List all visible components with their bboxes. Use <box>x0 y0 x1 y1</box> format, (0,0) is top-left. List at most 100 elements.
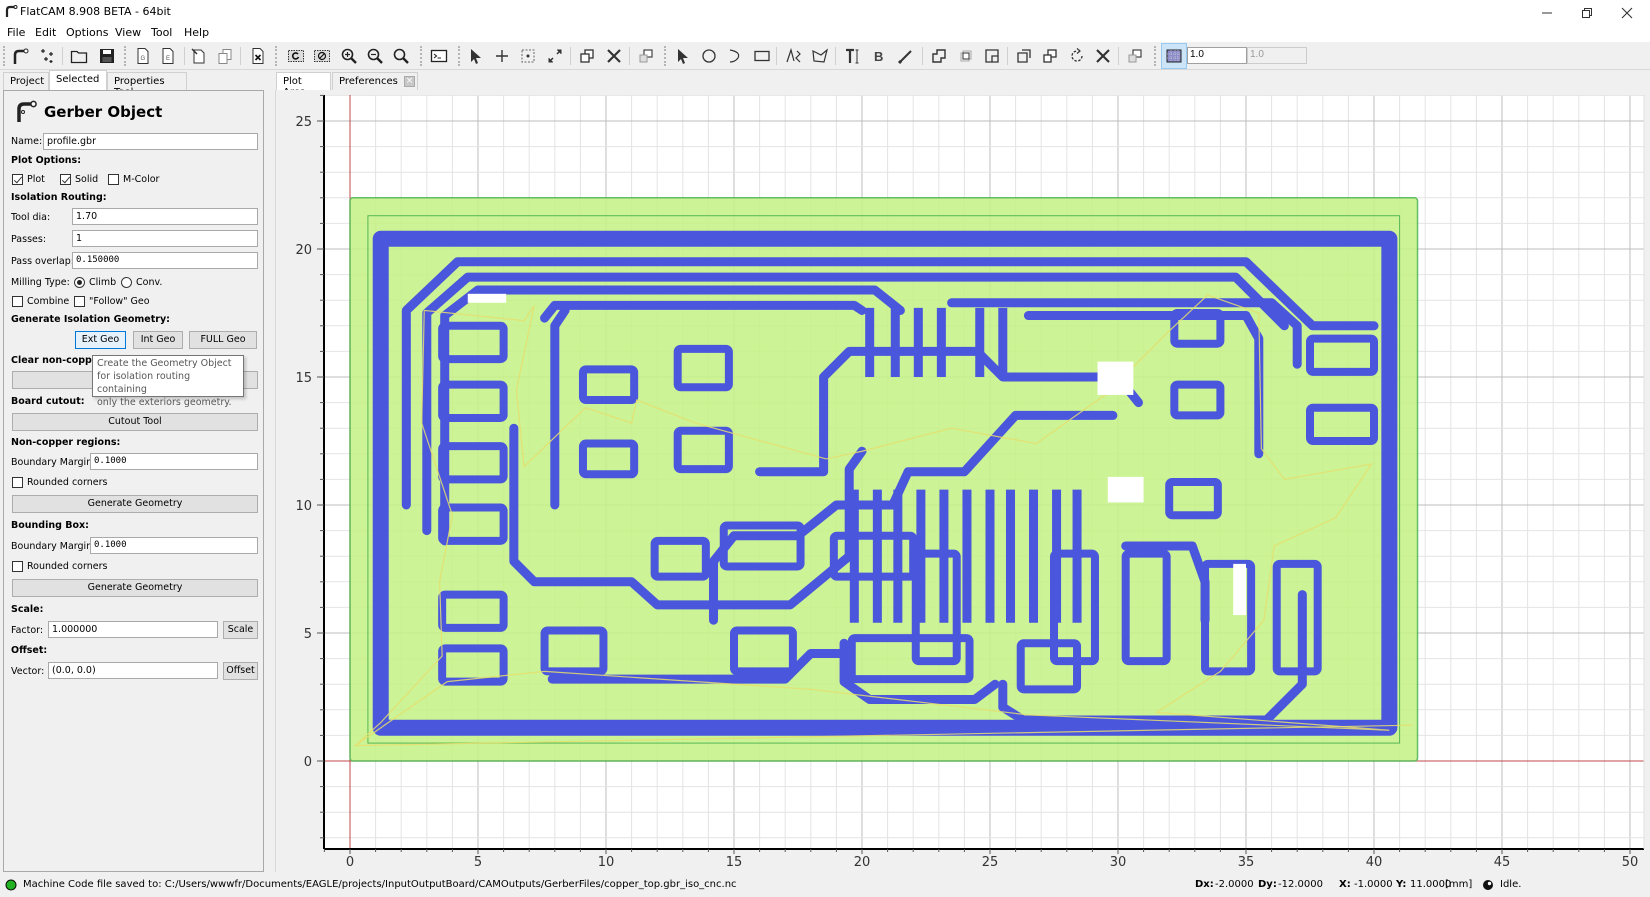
tab-properties-tool[interactable]: Properties Tool <box>107 72 187 98</box>
copy-shape-button[interactable] <box>1039 45 1061 67</box>
offset-button[interactable]: Offset <box>223 662 258 680</box>
menu-edit[interactable]: Edit <box>33 26 58 39</box>
bbox-generate-button[interactable]: Generate Geometry <box>12 579 258 597</box>
copy-object-button[interactable] <box>214 45 236 67</box>
tab-selected[interactable]: Selected <box>49 70 107 90</box>
factor-field[interactable]: 1.000000 <box>48 621 218 638</box>
zoom-fit-button[interactable] <box>390 45 412 67</box>
menu-file[interactable]: File <box>5 26 27 39</box>
x-tick-label: 50 <box>1622 855 1639 870</box>
grid-snap-icon <box>1166 49 1182 63</box>
plot-area[interactable]: 0 5 10 15 20 25 30 35 40 45 50 0 5 10 15 20 25 <box>275 90 1650 872</box>
grid-y-input[interactable]: 1.0 <box>1247 47 1307 64</box>
save-button[interactable] <box>96 45 118 67</box>
tool-dia-field[interactable]: 1.70 <box>72 208 258 225</box>
new-geometry-icon <box>191 48 205 64</box>
move-drill-button[interactable] <box>635 45 657 67</box>
x-value: -1.0000 <box>1354 879 1393 890</box>
subtraction-button[interactable] <box>981 45 1003 67</box>
menu-options[interactable]: Options <box>64 26 110 39</box>
copy-shape-icon <box>580 49 594 63</box>
new-excellon-button[interactable]: E <box>157 45 179 67</box>
mcolor-checkbox[interactable] <box>108 174 119 185</box>
polygon-button[interactable] <box>809 45 831 67</box>
noncopper-generate-button[interactable]: Generate Geometry <box>12 495 258 513</box>
cutout-tool-button[interactable]: Cutout Tool <box>12 413 258 431</box>
pass-overlap-field[interactable]: 0.150000 <box>72 252 258 269</box>
shell-button[interactable] <box>428 45 450 67</box>
arc-button[interactable] <box>724 45 746 67</box>
drill-array-button[interactable] <box>517 45 539 67</box>
climb-radio[interactable] <box>74 277 85 288</box>
cut-path-button[interactable] <box>1013 45 1035 67</box>
clear-plot-button[interactable] <box>311 45 333 67</box>
text-button[interactable] <box>842 45 864 67</box>
text-icon <box>846 48 859 64</box>
close-window-button[interactable] <box>1604 0 1650 26</box>
rectangle-icon <box>754 50 770 62</box>
noncopper-rounded-checkbox[interactable] <box>12 477 23 488</box>
circle-button[interactable] <box>698 45 720 67</box>
conv-radio[interactable] <box>121 277 132 288</box>
delete-x-icon <box>607 49 621 63</box>
combine-checkbox[interactable] <box>12 296 23 307</box>
replot-button[interactable] <box>285 45 307 67</box>
select-button[interactable] <box>465 45 487 67</box>
tab-preferences[interactable]: Preferences × <box>332 72 418 90</box>
rectangle-button[interactable] <box>751 45 773 67</box>
int-geo-button[interactable]: Int Geo <box>133 331 183 349</box>
new-gerber-button[interactable]: G <box>132 45 154 67</box>
vector-field[interactable]: (0.0, 0.0) <box>48 662 218 679</box>
y-tick-label: 5 <box>304 627 312 642</box>
menu-help[interactable]: Help <box>182 26 211 39</box>
menu-view[interactable]: View <box>113 26 143 39</box>
delete-shape-button[interactable] <box>1092 45 1114 67</box>
points-button[interactable] <box>36 45 58 67</box>
grid-x-input[interactable]: 1.0 <box>1187 47 1247 64</box>
open-button[interactable] <box>68 45 90 67</box>
rotate-button[interactable] <box>1066 45 1088 67</box>
tab-plot-area[interactable]: Plot Area <box>276 72 331 98</box>
ext-geo-button[interactable]: Ext Geo <box>75 331 126 349</box>
passes-field[interactable]: 1 <box>72 230 258 247</box>
new-project-button[interactable] <box>9 45 31 67</box>
passes-label: Passes: <box>11 234 47 245</box>
solid-checkbox[interactable] <box>60 174 71 185</box>
union-button[interactable] <box>928 45 950 67</box>
close-tab-icon[interactable]: × <box>404 76 415 87</box>
menu-tool[interactable]: Tool <box>149 26 174 39</box>
toolbar-grip[interactable] <box>3 46 5 66</box>
add-drill-button[interactable] <box>491 45 513 67</box>
bbox-margin-field[interactable]: 0.1000 <box>90 537 258 554</box>
plot-canvas[interactable]: 0 5 10 15 20 25 30 35 40 45 50 0 5 10 15 20 25 <box>276 90 1650 872</box>
scale-button[interactable]: Scale <box>223 621 258 639</box>
bbox-rounded-checkbox[interactable] <box>12 561 23 572</box>
pointer-button[interactable] <box>672 45 694 67</box>
follow-geo-checkbox[interactable] <box>74 296 85 307</box>
name-field[interactable]: profile.gbr <box>43 133 258 150</box>
noncopper-margin-field[interactable]: 0.1000 <box>90 453 258 470</box>
intersection-button[interactable] <box>955 45 977 67</box>
rotate-icon <box>1071 48 1083 62</box>
snap-grid-toggle[interactable] <box>1161 43 1187 69</box>
follow-geo-label: "Follow" Geo <box>89 296 150 307</box>
zoom-out-button[interactable] <box>364 45 386 67</box>
ext-geo-tooltip: Create the Geometry Object for isolation… <box>92 355 244 408</box>
activity-icon <box>1483 880 1493 890</box>
plot-checkbox[interactable] <box>12 174 23 185</box>
paint-button[interactable] <box>895 45 917 67</box>
x-tick-label: 0 <box>346 855 354 870</box>
delete-object-button[interactable] <box>247 45 269 67</box>
copy-drill-button[interactable] <box>576 45 598 67</box>
tab-project[interactable]: Project <box>3 72 49 90</box>
zoom-in-button[interactable] <box>338 45 360 67</box>
conv-label: Conv. <box>136 277 163 288</box>
buffer-button[interactable]: B <box>868 45 890 67</box>
path-button[interactable] <box>783 45 805 67</box>
full-geo-button[interactable]: FULL Geo <box>189 331 257 349</box>
void-area <box>467 293 507 303</box>
resize-button[interactable] <box>544 45 566 67</box>
move-shape-button[interactable] <box>1124 45 1146 67</box>
delete-drill-button[interactable] <box>603 45 625 67</box>
new-geometry-button[interactable] <box>188 45 210 67</box>
